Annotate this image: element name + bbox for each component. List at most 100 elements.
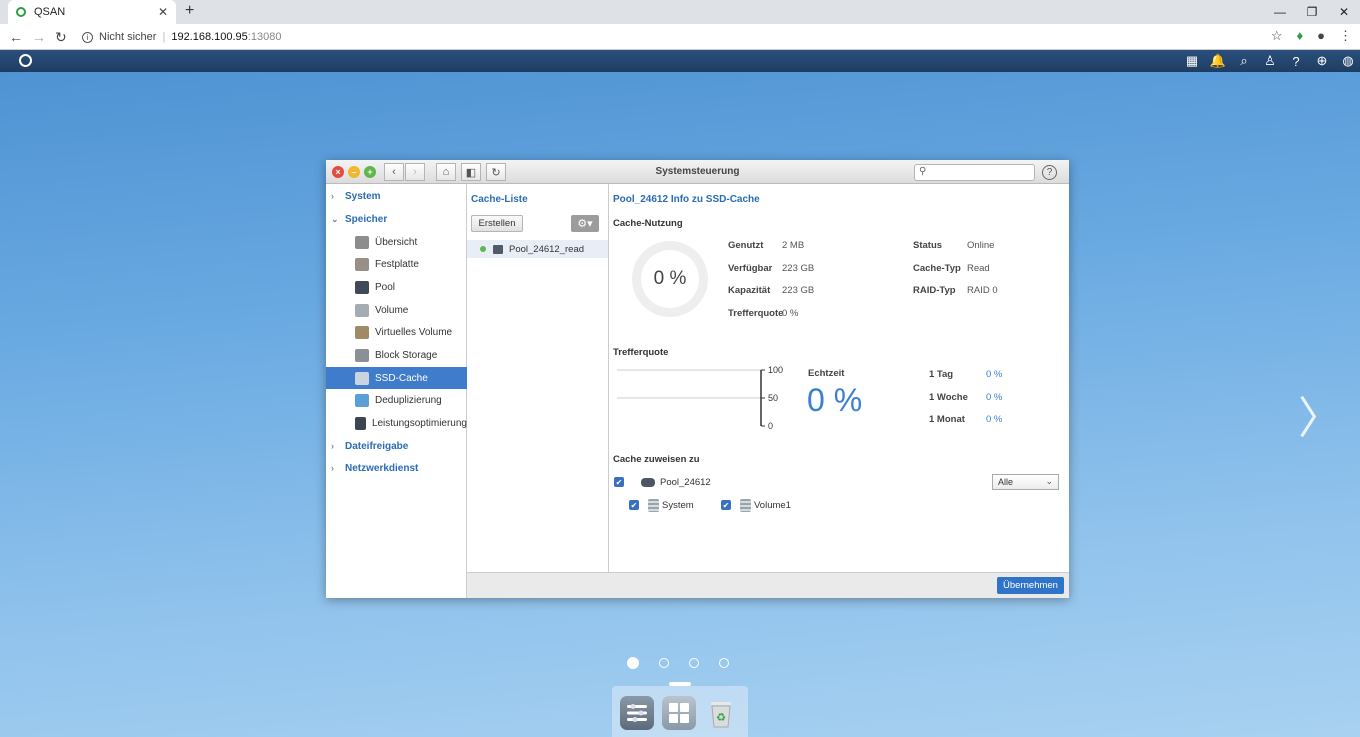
address-bar: ← → ↻ i Nicht sicher | 192.168.100.95 :1… xyxy=(0,24,1360,50)
window-help-icon[interactable]: ? xyxy=(1042,165,1057,180)
minimize-icon[interactable]: — xyxy=(1264,0,1296,24)
help-icon[interactable]: ? xyxy=(1288,53,1304,69)
sidebar-group-system[interactable]: › System xyxy=(326,185,467,207)
raid-type-label: RAID-Typ xyxy=(913,285,956,296)
ssd-cache-icon xyxy=(355,371,369,385)
reload-icon[interactable]: ↻ xyxy=(55,29,67,46)
security-label: Nicht sicher xyxy=(99,31,157,43)
cache-type-value: Read xyxy=(967,263,990,274)
stat-value: 223 GB xyxy=(782,285,815,296)
chevron-right-icon: › xyxy=(331,191,334,201)
sidebar-group-label: Speicher xyxy=(345,213,388,225)
cache-list-item[interactable]: Pool_24612_read xyxy=(467,240,608,258)
page-dot[interactable] xyxy=(627,657,639,669)
sidebar-item-disk[interactable]: Festplatte xyxy=(326,254,467,276)
stat-label: Kapazität xyxy=(728,285,771,296)
menu-icon[interactable]: ⋮ xyxy=(1339,28,1352,44)
apps-grid-icon[interactable]: ▦ xyxy=(1184,53,1200,69)
dock-handle[interactable] xyxy=(669,682,691,686)
new-tab-button[interactable]: + xyxy=(185,2,194,20)
period-value: 0 % xyxy=(986,392,1003,403)
browser-tab[interactable]: QSAN ✕ xyxy=(8,0,176,24)
period-value: 0 % xyxy=(986,369,1003,380)
assign-filter-select[interactable]: Alle ⌄ xyxy=(992,474,1059,490)
usage-donut-chart: 0 % xyxy=(632,241,708,317)
search-icon: ⚲ xyxy=(919,166,927,177)
page-dot[interactable] xyxy=(659,658,669,668)
ssd-icon xyxy=(493,244,503,254)
url-field[interactable]: i Nicht sicher | 192.168.100.95 :13080 xyxy=(82,27,281,47)
sidebar-item-volume[interactable]: Volume xyxy=(326,299,467,321)
virtual-volume-icon xyxy=(355,326,369,340)
window-controls: — ❐ ✕ xyxy=(1264,0,1360,24)
control-panel-app-icon[interactable] xyxy=(620,696,654,730)
create-button[interactable]: Erstellen xyxy=(471,215,523,232)
page-dot[interactable] xyxy=(719,658,729,668)
volume-name: System xyxy=(662,500,694,511)
sidebar-item-virtual-volume[interactable]: Virtuelles Volume xyxy=(326,322,467,344)
sidebar-item-label: SSD-Cache xyxy=(375,372,428,384)
browser-actions: ☆ ♦ ● ⋮ xyxy=(1271,28,1352,44)
chevron-down-icon: ⌄ xyxy=(331,213,339,224)
extension-icon[interactable]: ♦ xyxy=(1297,28,1304,44)
qsan-favicon-icon xyxy=(16,7,26,17)
period-label: 1 Monat xyxy=(929,414,965,425)
gear-menu-icon[interactable]: ⚙▾ xyxy=(571,215,599,232)
stat-label: Genutzt xyxy=(728,240,764,251)
sidebar-item-overview[interactable]: Übersicht xyxy=(326,231,467,253)
period-label: 1 Woche xyxy=(929,392,968,403)
url-separator: | xyxy=(162,31,166,43)
bookmark-star-icon[interactable]: ☆ xyxy=(1271,28,1283,44)
sidebar-group-storage[interactable]: ⌄ Speicher xyxy=(326,208,467,230)
sidebar-item-pool[interactable]: Pool xyxy=(326,276,467,298)
pool-name: Pool_24612 xyxy=(660,477,711,488)
sidebar-item-performance[interactable]: Leistungsoptimierung xyxy=(326,413,467,435)
sidebar-group-network-service[interactable]: › Netzwerkdienst xyxy=(326,457,467,479)
overview-icon xyxy=(355,235,369,249)
volume-checkbox-system[interactable]: ✔ xyxy=(629,500,639,510)
window-search-input[interactable]: ⚲ xyxy=(914,164,1035,181)
system-info-icon[interactable]: ◍ xyxy=(1340,53,1356,69)
sidebar-group-file-sharing[interactable]: › Dateifreigabe xyxy=(326,435,467,457)
deduplication-icon xyxy=(355,394,369,408)
pool-icon xyxy=(641,478,655,487)
sidebar-item-label: Pool xyxy=(375,281,396,293)
qsan-topbar: ▦ 🔔 ⌕ ♙ ? ⊕ ◍ xyxy=(0,50,1360,72)
sidebar-group-label: System xyxy=(345,190,381,202)
qsan-logo-icon[interactable] xyxy=(19,54,32,67)
next-page-chevron-icon[interactable]: 〉 xyxy=(1298,382,1342,446)
sidebar-item-label: Festplatte xyxy=(375,259,419,271)
info-icon[interactable]: i xyxy=(82,31,93,43)
status-value: Online xyxy=(967,240,995,251)
sidebar-item-block-storage[interactable]: Block Storage xyxy=(326,345,467,367)
cache-detail-pane: Pool_24612 Info zu SSD-Cache Cache-Nutzu… xyxy=(609,184,1069,572)
sidebar-item-label: Deduplizierung xyxy=(375,395,442,407)
sidebar-item-deduplication[interactable]: Deduplizierung xyxy=(326,390,467,412)
sidebar-item-ssd-cache[interactable]: SSD-Cache xyxy=(326,367,467,390)
page-indicator xyxy=(627,657,729,669)
usage-donut-value: 0 % xyxy=(641,250,699,308)
tab-close-icon[interactable]: ✕ xyxy=(158,5,168,19)
stat-value: 0 % xyxy=(782,308,799,319)
search-icon[interactable]: ⌕ xyxy=(1236,53,1252,69)
restore-icon[interactable]: ❐ xyxy=(1296,0,1328,24)
volume-name: Volume1 xyxy=(754,500,791,511)
recycle-bin-icon[interactable]: ♻ xyxy=(704,696,738,730)
online-status-icon xyxy=(480,246,486,252)
control-panel-window: × – + ‹ › ⌂ ◧ ↻ Systemsteuerung ⚲ ? › Sy… xyxy=(326,160,1069,598)
back-icon[interactable]: ← xyxy=(9,29,23,45)
app-center-icon[interactable] xyxy=(662,696,696,730)
apply-button[interactable]: Übernehmen xyxy=(997,577,1064,594)
forward-icon[interactable]: → xyxy=(32,29,46,45)
period-label: 1 Tag xyxy=(929,369,954,380)
volume-checkbox-volume1[interactable]: ✔ xyxy=(721,500,731,510)
profile-icon[interactable]: ● xyxy=(1317,28,1325,44)
user-icon[interactable]: ♙ xyxy=(1262,53,1278,69)
close-icon[interactable]: ✕ xyxy=(1328,0,1360,24)
page-dot[interactable] xyxy=(689,658,699,668)
pool-checkbox[interactable]: ✔ xyxy=(614,477,624,487)
cache-list-title: Cache-Liste xyxy=(471,194,528,205)
language-globe-icon[interactable]: ⊕ xyxy=(1314,53,1330,69)
notification-bell-icon[interactable]: 🔔 xyxy=(1210,53,1226,69)
realtime-label: Echtzeit xyxy=(808,368,845,379)
